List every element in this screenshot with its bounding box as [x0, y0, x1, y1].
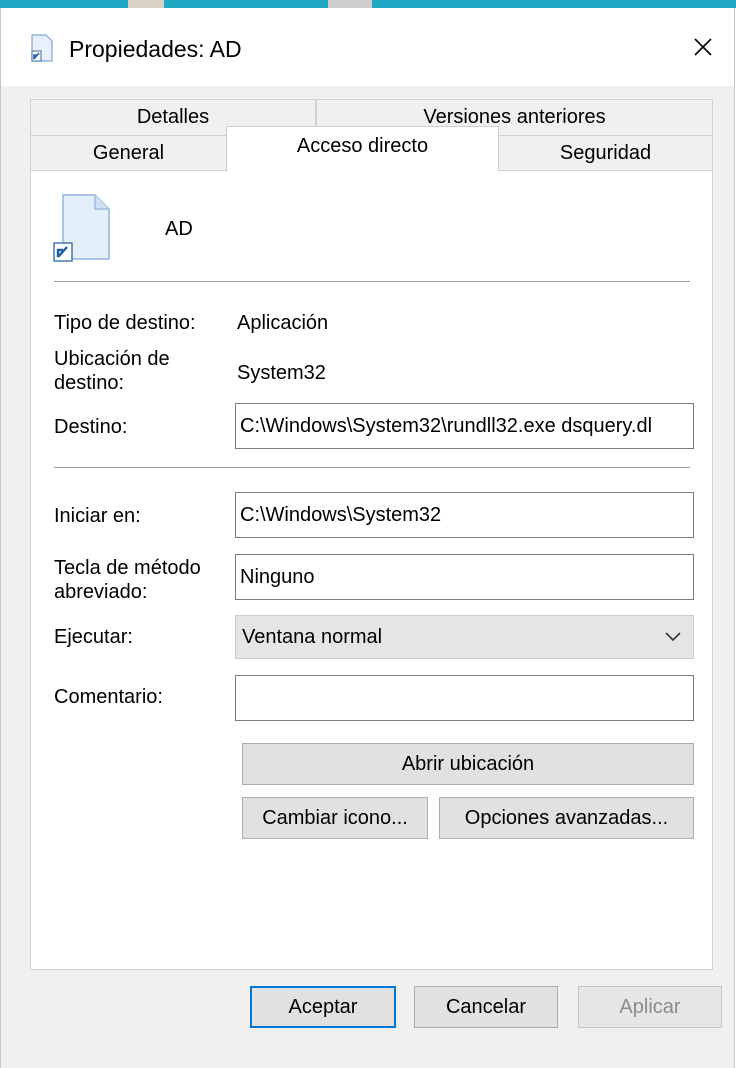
window-title: Propiedades: AD — [69, 36, 242, 62]
ok-button[interactable]: Aceptar — [250, 986, 396, 1028]
label-line: destino: — [54, 372, 125, 394]
target-field[interactable]: C:\Windows\System32\rundll32.exe dsquery… — [235, 403, 694, 449]
hotkey-label: Tecla de método abreviado: — [54, 556, 201, 604]
close-button[interactable] — [681, 30, 725, 64]
cancel-button[interactable]: Cancelar — [414, 986, 558, 1028]
hotkey-field-text: Ninguno — [240, 565, 315, 588]
tab-label: Seguridad — [559, 142, 652, 164]
run-mode-select[interactable]: Ventana normal — [235, 615, 694, 659]
label-line: Tecla de método — [54, 557, 201, 579]
tab-label: Acceso directo — [296, 135, 429, 157]
shortcut-name: AD — [165, 218, 193, 240]
target-location-label: Ubicación de destino: — [54, 347, 170, 395]
target-location-value: System32 — [237, 362, 326, 384]
tab-label: General — [92, 142, 165, 164]
change-icon-button[interactable]: Cambiar icono... — [242, 797, 428, 839]
target-field-text: C:\Windows\System32\rundll32.exe dsquery… — [240, 414, 653, 437]
title-bar[interactable]: Propiedades: AD — [1, 8, 734, 86]
separator — [54, 467, 690, 468]
background-window-fragment — [128, 0, 164, 8]
separator — [54, 281, 690, 282]
tab-general[interactable]: General — [30, 135, 227, 171]
background-strip — [0, 0, 736, 8]
chevron-down-icon — [665, 632, 681, 642]
open-location-button[interactable]: Abrir ubicación — [242, 743, 694, 785]
tab-panel-acceso-directo: AD Tipo de destino: Aplicación Ubicación… — [30, 170, 713, 970]
apply-button[interactable]: Aplicar — [578, 986, 722, 1028]
target-type-value: Aplicación — [237, 312, 329, 334]
run-mode-value: Ventana normal — [242, 625, 383, 648]
start-in-field-text: C:\Windows\System32 — [240, 503, 442, 526]
tab-seguridad[interactable]: Seguridad — [498, 135, 713, 171]
properties-dialog: Propiedades: AD Detalles Versiones anter… — [0, 8, 735, 1068]
close-icon — [694, 38, 712, 56]
tab-label: Detalles — [136, 106, 210, 128]
shortcut-file-icon — [31, 34, 53, 62]
start-in-label: Iniciar en: — [54, 505, 141, 527]
shortcut-file-icon — [51, 193, 113, 263]
comment-field[interactable] — [235, 675, 694, 721]
run-label: Ejecutar: — [54, 626, 133, 648]
hotkey-field[interactable]: Ninguno — [235, 554, 694, 600]
target-type-label: Tipo de destino: — [54, 312, 196, 334]
advanced-options-button[interactable]: Opciones avanzadas... — [439, 797, 694, 839]
background-window-fragment — [328, 0, 372, 8]
label-line: abreviado: — [54, 581, 148, 603]
comment-label: Comentario: — [54, 686, 163, 708]
tab-acceso-directo[interactable]: Acceso directo — [226, 126, 499, 172]
target-label: Destino: — [54, 416, 128, 438]
label-line: Ubicación de — [54, 348, 170, 370]
start-in-field[interactable]: C:\Windows\System32 — [235, 492, 694, 538]
